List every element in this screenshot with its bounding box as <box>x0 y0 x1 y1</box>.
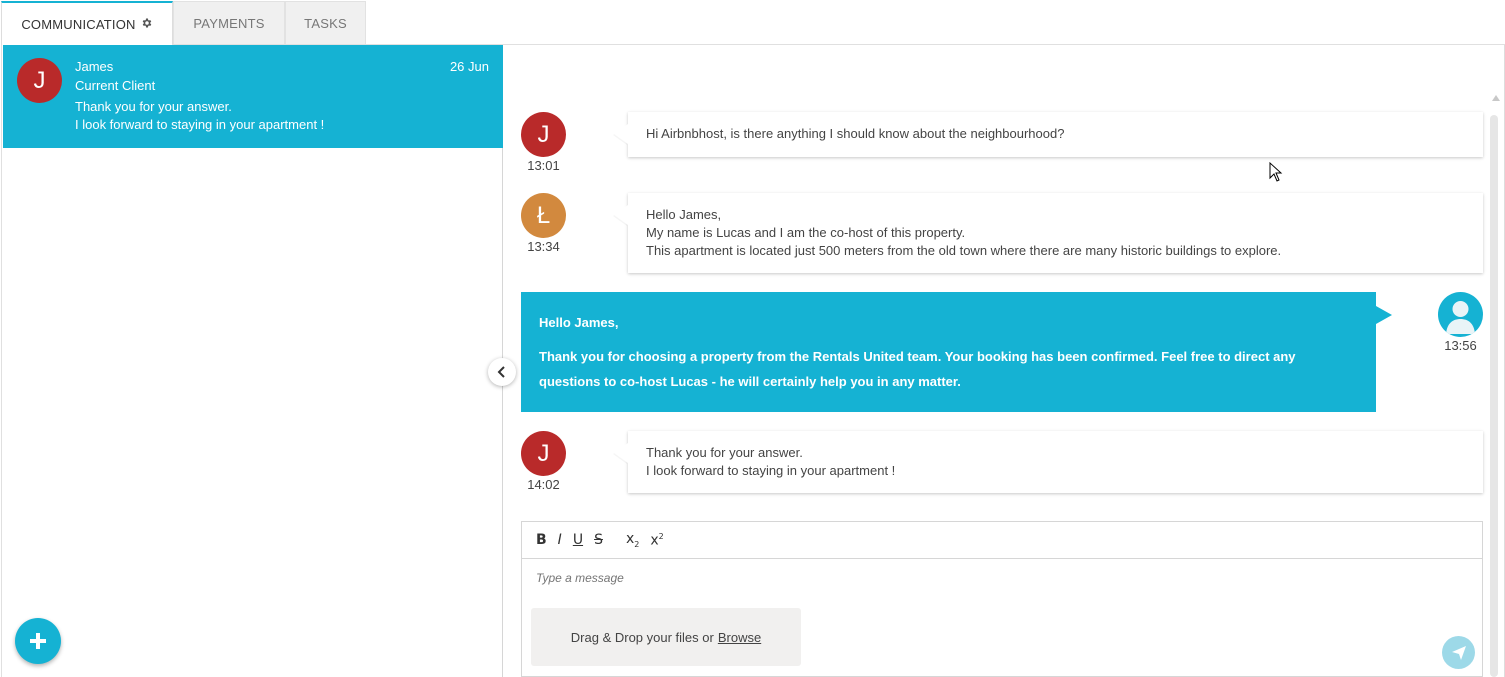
editor-toolbar: B I U S x2 x2 <box>522 522 1482 559</box>
message-editor: B I U S x2 x2 Drag & Drop your files or … <box>521 521 1483 677</box>
conversation-list: J James 26 Jun Current Client Thank you … <box>1 45 503 677</box>
user-avatar <box>1438 292 1483 337</box>
browse-link[interactable]: Browse <box>718 630 761 645</box>
outgoing-message-bubble: Hello James, Thank you for choosing a pr… <box>521 292 1392 412</box>
send-icon <box>1451 645 1466 660</box>
tab-label: PAYMENTS <box>193 15 265 31</box>
subscript-button[interactable]: x2 <box>626 531 639 549</box>
send-button[interactable] <box>1442 636 1475 669</box>
avatar: Ł <box>521 193 566 238</box>
tab-bar: COMMUNICATION PAYMENTS TASKS <box>0 0 1505 45</box>
chevron-left-icon <box>497 366 505 378</box>
tab-communication[interactable]: COMMUNICATION <box>1 1 173 45</box>
scroll-up-arrow-icon[interactable] <box>1492 95 1500 101</box>
avatar: J <box>521 112 566 157</box>
avatar: J <box>521 431 566 476</box>
mouse-cursor-icon <box>1269 161 1283 187</box>
superscript-button[interactable]: x2 <box>650 532 663 549</box>
italic-button[interactable]: I <box>558 532 562 548</box>
message-bubble: Hi Airbnbhost, is there anything I shoul… <box>628 112 1483 157</box>
user-icon <box>1446 301 1475 334</box>
plus-icon <box>30 633 46 649</box>
bold-button[interactable]: B <box>536 532 547 548</box>
underline-button[interactable]: U <box>573 532 583 548</box>
message-time: 13:01 <box>527 158 560 173</box>
message-time: 14:02 <box>527 477 560 492</box>
scrollbar[interactable] <box>1490 115 1498 677</box>
tab-label: TASKS <box>304 15 347 31</box>
message-bubble: Hello James, My name is Lucas and I am t… <box>628 193 1483 273</box>
conversation-item-james[interactable]: J James 26 Jun Current Client Thank you … <box>3 45 503 148</box>
message-input[interactable] <box>536 571 1436 585</box>
chat-panel: J 13:01 Hi Airbnbhost, is there anything… <box>503 45 1505 677</box>
message-bubble: Thank you for your answer. I look forwar… <box>628 431 1483 493</box>
collapse-panel-button[interactable] <box>488 358 516 386</box>
tab-label: COMMUNICATION <box>21 16 136 32</box>
message-time: 13:34 <box>527 239 560 254</box>
tab-payments[interactable]: PAYMENTS <box>173 1 285 44</box>
conversation-role: Current Client <box>75 78 156 93</box>
file-dropzone[interactable]: Drag & Drop your files or Browse <box>531 608 801 666</box>
avatar: J <box>17 58 62 103</box>
conversation-name: James <box>75 59 114 74</box>
gear-icon[interactable] <box>141 17 153 32</box>
dropzone-text: Drag & Drop your files or <box>570 629 714 645</box>
strikethrough-button[interactable]: S <box>594 532 603 548</box>
conversation-preview: Thank you for your answer. I look forwar… <box>75 99 325 132</box>
message-time: 13:56 <box>1444 338 1477 353</box>
add-conversation-button[interactable] <box>15 618 61 664</box>
conversation-date: 26 Jun <box>449 59 489 74</box>
tab-tasks[interactable]: TASKS <box>285 1 366 44</box>
